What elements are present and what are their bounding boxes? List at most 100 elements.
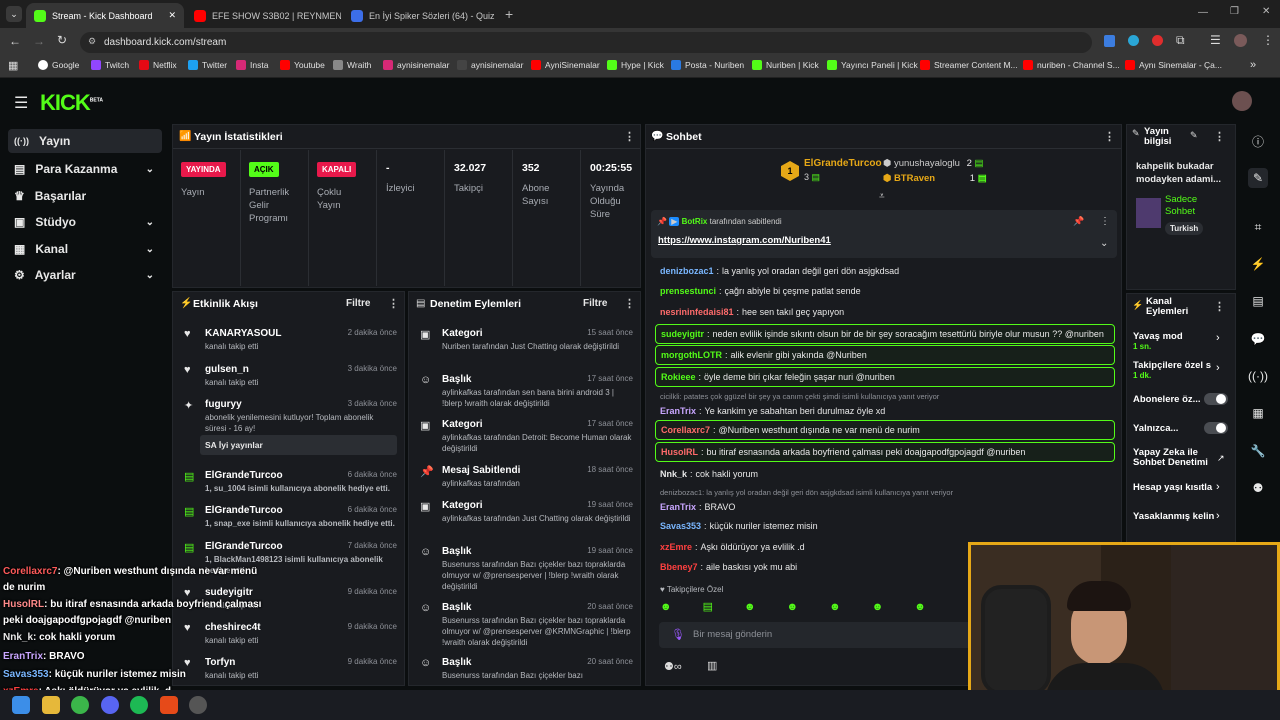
subscribers-only-toggle[interactable]: [1204, 393, 1228, 405]
chat-message[interactable]: morgothLOTR: alik evlenir gibi yakında @N…: [655, 345, 1115, 365]
edit-icon[interactable]: ✎: [1248, 168, 1268, 188]
chat-username[interactable]: sudeyigitr: [661, 329, 704, 339]
bookmark-item[interactable]: aynisinemalar: [457, 60, 523, 70]
tab-efe-show[interactable]: EFE SHOW S3B02 | REYNMEN - ✕: [186, 3, 341, 28]
bookmark-item[interactable]: Hype | Kick: [607, 60, 664, 70]
file-explorer-icon[interactable]: [42, 696, 60, 714]
category-link[interactable]: Sadece Sohbet: [1165, 194, 1205, 218]
hamburger-menu-icon[interactable]: ☰: [14, 93, 28, 113]
bookmark-item[interactable]: Wraith: [333, 60, 371, 70]
reload-icon[interactable]: ↻: [57, 33, 67, 47]
account-age-label[interactable]: Hesap yaşı kısıtla: [1133, 482, 1212, 493]
window-close-icon[interactable]: ✕: [1262, 6, 1270, 17]
chat-message[interactable]: Rokieee: öyle deme biri çıkar feleğin şaş…: [655, 367, 1115, 387]
chat-message[interactable]: sudeyigitr: neden evlilik işinde sıkıntı …: [655, 324, 1115, 344]
slow-mode-label[interactable]: Yavaş mod: [1133, 331, 1183, 342]
sidebar-item-kanal[interactable]: ▦ Kanal ⌄: [8, 237, 162, 261]
url-field[interactable]: ⚙ dashboard.kick.com/stream: [80, 32, 1092, 53]
unpin-icon[interactable]: 📌: [1073, 216, 1084, 227]
sidebar-item-studyo[interactable]: ▣ Stüdyo ⌄: [8, 210, 162, 234]
extension-record-icon[interactable]: [1152, 35, 1163, 46]
bookmark-item[interactable]: Streamer Content M...: [920, 60, 1018, 70]
language-tag[interactable]: Turkish: [1165, 222, 1204, 235]
chat-username[interactable]: prensestunci: [660, 286, 716, 296]
microphone-icon[interactable]: 🎙: [671, 628, 685, 641]
obs-icon[interactable]: [189, 696, 207, 714]
tab-kick-dashboard[interactable]: Stream - Kick Dashboard ✕: [26, 3, 184, 28]
store-icon[interactable]: ▥: [707, 659, 717, 672]
chat-username[interactable]: EranTrix: [660, 406, 696, 416]
chat-username[interactable]: HusolRL: [661, 447, 698, 457]
chat-username[interactable]: denizbozac1: [660, 266, 714, 276]
community-icon[interactable]: ⚉∞: [664, 660, 682, 673]
sidebar-item-yayin[interactable]: ((·)) Yayın: [8, 129, 162, 153]
bookmark-item[interactable]: AyniSinemalar: [531, 60, 600, 70]
chat-message[interactable]: HusolRL: bu itiraf esnasında arkada boyfr…: [655, 442, 1115, 462]
bookmark-item[interactable]: Youtube: [280, 60, 325, 70]
collapse-icon[interactable]: ⩡: [879, 191, 885, 202]
spotify-icon[interactable]: [130, 696, 148, 714]
chat-username[interactable]: EranTrix: [660, 502, 696, 512]
chat-username[interactable]: morgothLOTR: [661, 350, 722, 360]
emote-bar[interactable]: ☻▤☻☻☻☻☻: [660, 600, 960, 616]
bookmark-item[interactable]: nuriben - Channel S...: [1023, 60, 1120, 70]
bookmark-item[interactable]: Insta: [236, 60, 268, 70]
layout-icon[interactable]: ▦: [1248, 403, 1268, 423]
chat-message[interactable]: Nnk_k: cok hakli yorum: [655, 464, 1115, 484]
chat-icon[interactable]: 💬: [1248, 329, 1268, 349]
chevron-down-icon[interactable]: ⌄: [1100, 238, 1108, 249]
new-tab-icon[interactable]: +: [505, 6, 513, 22]
stream-info-more-icon[interactable]: ⋮: [1214, 130, 1225, 143]
bookmark-item[interactable]: Aynı Sinemalar - Ça...: [1125, 60, 1222, 70]
sidebar-item-ayarlar[interactable]: ⚙ Ayarlar ⌄: [8, 263, 162, 287]
chat-message[interactable]: Corellaxrc7: @Nuriben westhunt dışında ne…: [655, 420, 1115, 440]
broadcast-icon[interactable]: ((·)): [1248, 366, 1268, 386]
chat-message[interactable]: EranTrix: Ye kankim ye sabahtan beri duru…: [655, 401, 1115, 421]
activity-filter-button[interactable]: Filtre: [346, 298, 370, 309]
chevron-right-icon[interactable]: ›: [1216, 481, 1220, 493]
sidebar-item-para-kazanma[interactable]: ▤ Para Kazanma ⌄: [8, 157, 162, 181]
banned-words-label[interactable]: Yasaklanmış kelin: [1133, 511, 1215, 522]
apps-grid-icon[interactable]: ▦: [8, 59, 18, 72]
chat-username[interactable]: Bbeney7: [660, 562, 698, 572]
kick-logo[interactable]: KICKBETA: [40, 90, 103, 116]
moderation-filter-button[interactable]: Filtre: [583, 298, 607, 309]
channel-actions-more-icon[interactable]: ⋮: [1214, 300, 1225, 313]
pencil-icon[interactable]: ✎: [1190, 130, 1198, 141]
bookmark-item[interactable]: Twitch: [91, 60, 129, 70]
chevron-right-icon[interactable]: ›: [1216, 510, 1220, 522]
restore-icon[interactable]: ❐: [1230, 6, 1239, 17]
extensions-puzzle-icon[interactable]: ⧉: [1176, 33, 1185, 48]
forward-icon[interactable]: →: [33, 34, 45, 48]
bookmark-item[interactable]: Netflix: [139, 60, 177, 70]
windows-start-icon[interactable]: [12, 696, 30, 714]
emote-only-toggle[interactable]: [1204, 422, 1228, 434]
chat-message[interactable]: EranTrix: BRAVO: [655, 497, 1115, 517]
external-link-icon[interactable]: ↗: [1217, 453, 1225, 464]
extension-shield-icon[interactable]: [1104, 35, 1115, 47]
clipboard-icon[interactable]: ▤: [1248, 291, 1268, 311]
extension-icon[interactable]: [1128, 35, 1139, 46]
pinned-link[interactable]: https://www.instagram.com/Nuriben41: [658, 235, 831, 246]
chat-message[interactable]: prensestunci: çağrı abiyle bi çeşme patla…: [655, 281, 1115, 301]
bookmark-item[interactable]: Twitter: [188, 60, 227, 70]
crop-icon[interactable]: ⌗: [1248, 217, 1268, 237]
wrench-icon[interactable]: 🔧: [1248, 441, 1268, 461]
chat-username[interactable]: nesrininfedaisi81: [660, 307, 734, 317]
pinned-more-icon[interactable]: ⋮: [1100, 216, 1110, 227]
chat-username[interactable]: Savas353: [660, 521, 701, 531]
app-icon[interactable]: [160, 696, 178, 714]
bookmark-item[interactable]: Nuriben | Kick: [752, 60, 819, 70]
chat-username[interactable]: Nnk_k: [660, 469, 687, 479]
user-avatar[interactable]: [1232, 91, 1252, 111]
followers-only-label[interactable]: Takipçilere özel s: [1133, 360, 1211, 371]
bookmark-item[interactable]: Google: [38, 60, 79, 70]
sidebar-item-basarilar[interactable]: ♛ Başarılar: [8, 184, 162, 208]
stats-more-icon[interactable]: ⋮: [624, 130, 635, 143]
ai-moderation-label[interactable]: Yapay Zeka ile Sohbet Denetimi: [1133, 448, 1213, 468]
lightning-icon[interactable]: ⚡: [1248, 254, 1268, 274]
chrome-icon[interactable]: [71, 696, 89, 714]
moderation-more-icon[interactable]: ⋮: [624, 297, 635, 310]
back-icon[interactable]: ←: [9, 34, 21, 48]
chevron-right-icon[interactable]: ›: [1216, 332, 1220, 344]
